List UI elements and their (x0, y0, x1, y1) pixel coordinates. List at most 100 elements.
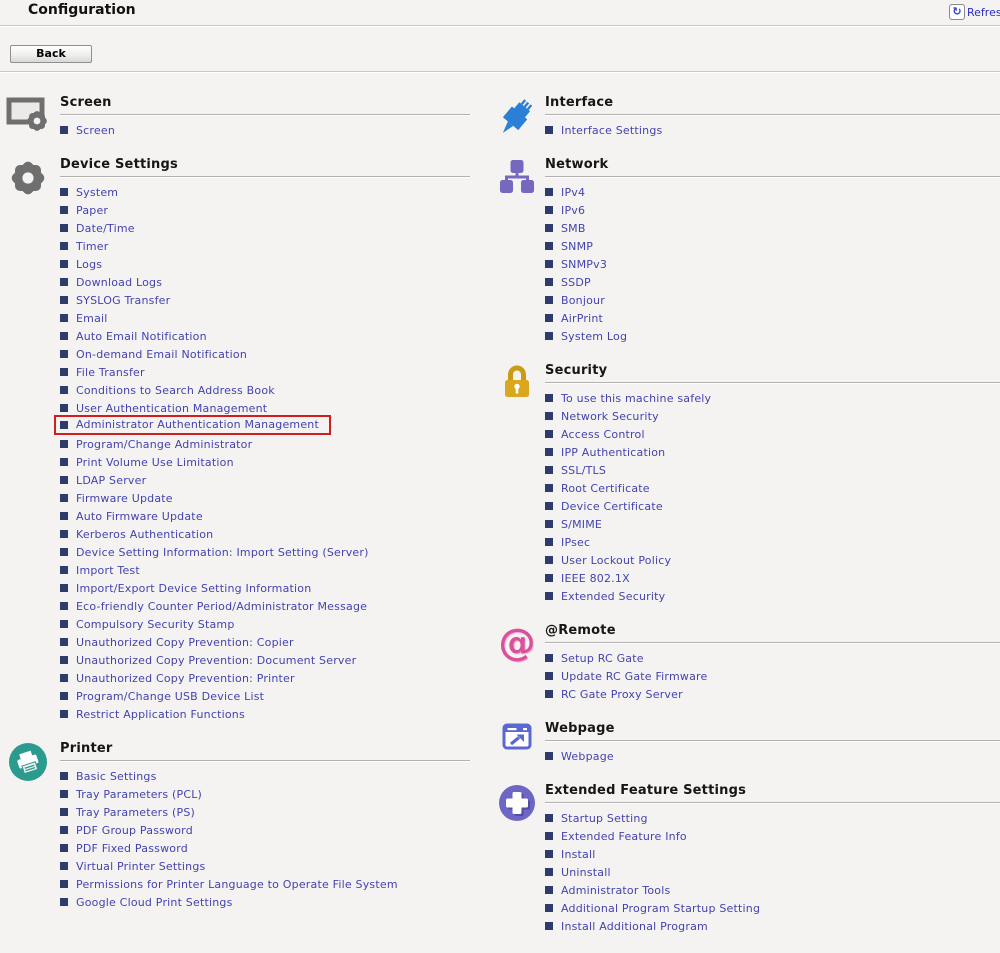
link-item[interactable]: LDAP Server (60, 471, 470, 489)
link-label: User Authentication Management (76, 402, 267, 415)
link-item[interactable]: Startup Setting (545, 809, 1000, 827)
link-item[interactable]: Basic Settings (60, 767, 470, 785)
link-item[interactable]: Network Security (545, 407, 1000, 425)
bullet-icon (60, 566, 68, 574)
link-item[interactable]: Program/Change Administrator (60, 435, 470, 453)
link-item[interactable]: Extended Security (545, 587, 1000, 605)
link-item[interactable]: Tray Parameters (PS) (60, 803, 470, 821)
link-item[interactable]: Kerberos Authentication (60, 525, 470, 543)
left-column: ScreenScreenDevice SettingsSystemPaperDa… (60, 95, 470, 929)
link-item[interactable]: Program/Change USB Device List (60, 687, 470, 705)
link-label: Unauthorized Copy Prevention: Document S… (76, 654, 356, 667)
link-item[interactable]: Auto Email Notification (60, 327, 470, 345)
link-item[interactable]: Interface Settings (545, 121, 1000, 139)
link-item[interactable]: Screen (60, 121, 470, 139)
link-item[interactable]: Virtual Printer Settings (60, 857, 470, 875)
link-item[interactable]: Root Certificate (545, 479, 1000, 497)
link-item[interactable]: SNMP (545, 237, 1000, 255)
link-item[interactable]: Install Additional Program (545, 917, 1000, 935)
link-item[interactable]: Unauthorized Copy Prevention: Copier (60, 633, 470, 651)
link-item[interactable]: IEEE 802.1X (545, 569, 1000, 587)
link-item[interactable]: Setup RC Gate (545, 649, 1000, 667)
link-item[interactable]: Import/Export Device Setting Information (60, 579, 470, 597)
link-label: Access Control (561, 428, 645, 441)
link-item[interactable]: Email (60, 309, 470, 327)
bullet-icon (60, 440, 68, 448)
bullet-icon (60, 242, 68, 250)
bullet-icon (60, 710, 68, 718)
refresh-button[interactable]: ↻ Refresh (949, 4, 1000, 20)
link-item[interactable]: Eco-friendly Counter Period/Administrato… (60, 597, 470, 615)
bullet-icon (60, 548, 68, 556)
link-item[interactable]: User Authentication Management (60, 399, 470, 417)
back-button[interactable]: Back (10, 45, 92, 63)
extended-feature-icon (495, 784, 539, 822)
link-item[interactable]: System (60, 183, 470, 201)
link-item[interactable]: RC Gate Proxy Server (545, 685, 1000, 703)
link-label: System Log (561, 330, 627, 343)
link-item[interactable]: IPv6 (545, 201, 1000, 219)
link-item[interactable]: Import Test (60, 561, 470, 579)
link-item[interactable]: Administrator Tools (545, 881, 1000, 899)
link-label: Kerberos Authentication (76, 528, 213, 541)
bullet-icon (545, 922, 553, 930)
link-item[interactable]: System Log (545, 327, 1000, 345)
link-item[interactable]: Restrict Application Functions (60, 705, 470, 723)
link-item[interactable]: File Transfer (60, 363, 470, 381)
link-item[interactable]: Conditions to Search Address Book (60, 381, 470, 399)
link-item[interactable]: SNMPv3 (545, 255, 1000, 273)
link-item[interactable]: Download Logs (60, 273, 470, 291)
link-item[interactable]: IPv4 (545, 183, 1000, 201)
link-label: Additional Program Startup Setting (561, 902, 760, 915)
link-item[interactable]: Timer (60, 237, 470, 255)
link-item[interactable]: Firmware Update (60, 489, 470, 507)
link-item[interactable]: SYSLOG Transfer (60, 291, 470, 309)
link-item[interactable]: Google Cloud Print Settings (60, 893, 470, 911)
link-item[interactable]: SSL/TLS (545, 461, 1000, 479)
link-item[interactable]: On-demand Email Notification (60, 345, 470, 363)
link-item[interactable]: Date/Time (60, 219, 470, 237)
link-item[interactable]: Device Certificate (545, 497, 1000, 515)
link-item[interactable]: Additional Program Startup Setting (545, 899, 1000, 917)
bullet-icon (60, 638, 68, 646)
link-item[interactable]: PDF Fixed Password (60, 839, 470, 857)
link-item[interactable]: Device Setting Information: Import Setti… (60, 543, 470, 561)
bullet-icon (60, 458, 68, 466)
link-item[interactable]: Tray Parameters (PCL) (60, 785, 470, 803)
link-item[interactable]: IPP Authentication (545, 443, 1000, 461)
link-item[interactable]: Bonjour (545, 291, 1000, 309)
link-item[interactable]: S/MIME (545, 515, 1000, 533)
link-item[interactable]: Extended Feature Info (545, 827, 1000, 845)
link-item[interactable]: Unauthorized Copy Prevention: Document S… (60, 651, 470, 669)
link-item[interactable]: Uninstall (545, 863, 1000, 881)
screen-settings-icon (6, 96, 50, 132)
link-item[interactable]: Permissions for Printer Language to Oper… (60, 875, 470, 893)
link-item[interactable]: Logs (60, 255, 470, 273)
link-item[interactable]: Auto Firmware Update (60, 507, 470, 525)
bullet-icon (545, 886, 553, 894)
link-item[interactable]: Webpage (545, 747, 1000, 765)
link-item[interactable]: Administrator Authentication Management (54, 415, 331, 435)
link-item[interactable]: Compulsory Security Stamp (60, 615, 470, 633)
bullet-icon (60, 808, 68, 816)
link-item[interactable]: To use this machine safely (545, 389, 1000, 407)
section-items-remote: Setup RC GateUpdate RC Gate FirmwareRC G… (545, 643, 1000, 703)
link-item[interactable]: Update RC Gate Firmware (545, 667, 1000, 685)
bullet-icon (545, 484, 553, 492)
link-label: Program/Change USB Device List (76, 690, 264, 703)
link-label: Print Volume Use Limitation (76, 456, 234, 469)
link-item[interactable]: Unauthorized Copy Prevention: Printer (60, 669, 470, 687)
link-item[interactable]: SSDP (545, 273, 1000, 291)
link-item[interactable]: IPsec (545, 533, 1000, 551)
link-item[interactable]: AirPrint (545, 309, 1000, 327)
bullet-icon (60, 404, 68, 412)
link-item[interactable]: Install (545, 845, 1000, 863)
link-item[interactable]: Access Control (545, 425, 1000, 443)
link-item[interactable]: SMB (545, 219, 1000, 237)
bullet-icon (60, 656, 68, 664)
link-item[interactable]: Paper (60, 201, 470, 219)
link-item[interactable]: PDF Group Password (60, 821, 470, 839)
link-label: SSDP (561, 276, 591, 289)
link-item[interactable]: Print Volume Use Limitation (60, 453, 470, 471)
link-item[interactable]: User Lockout Policy (545, 551, 1000, 569)
